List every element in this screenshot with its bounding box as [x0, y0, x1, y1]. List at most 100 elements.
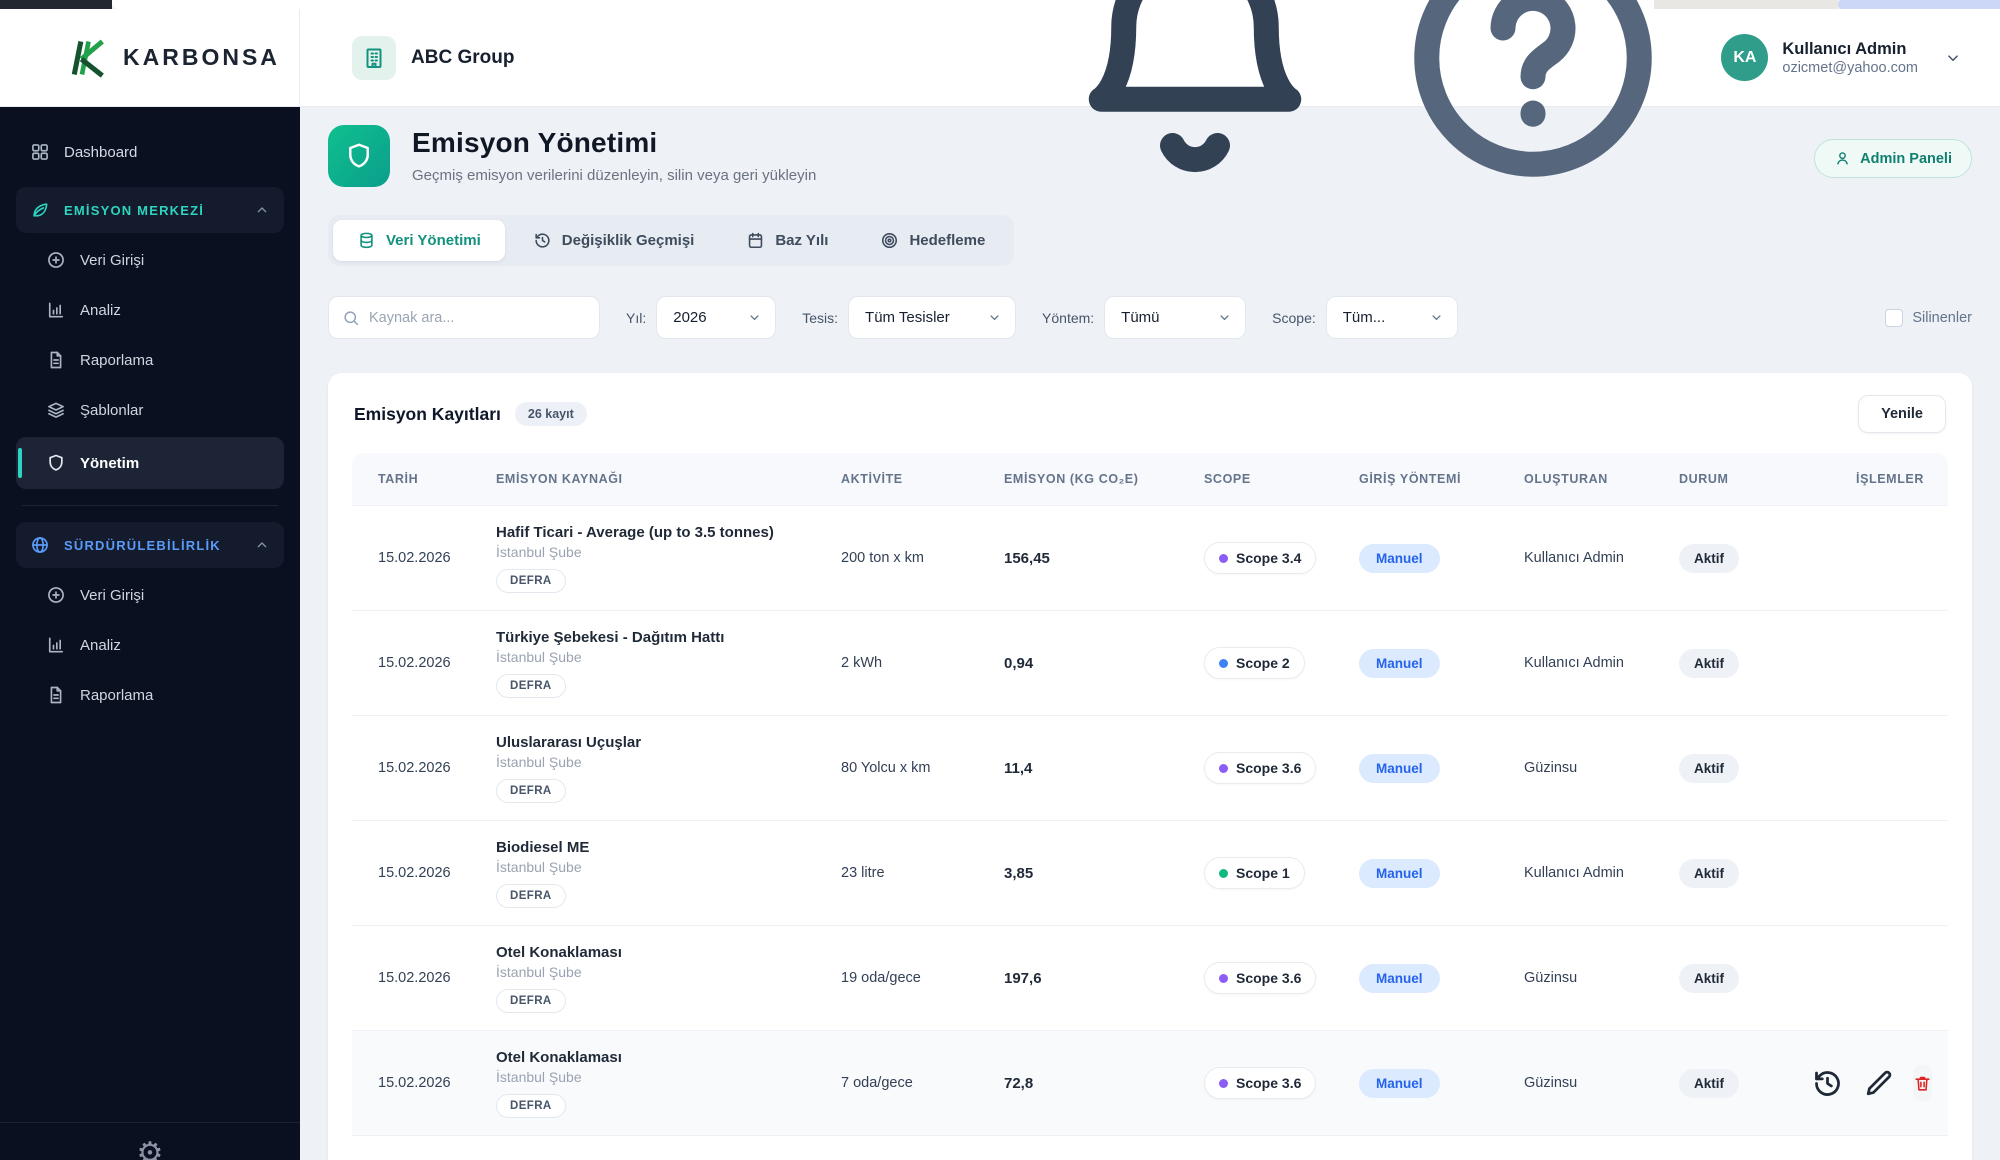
sidebar-item--ablonlar[interactable]: Şablonlar [16, 387, 284, 433]
filter-bar: Yıl: 2026 Tesis: Tüm Tesisler Yöntem: Tümü Sco… [328, 296, 1972, 339]
column-header: OLUŞTURAN [1524, 472, 1608, 486]
brand-logo[interactable]: KARBONSA [0, 9, 300, 107]
tab-veri-y-netimi[interactable]: Veri Yönetimi [333, 220, 505, 261]
sidebar-item-label: Analiz [80, 301, 121, 319]
scope-dot-icon [1219, 1078, 1228, 1088]
building-icon [352, 35, 396, 80]
row-date: 15.02.2026 [378, 1075, 451, 1091]
scope-label: Scope: [1272, 309, 1316, 326]
person-icon [1834, 150, 1851, 167]
search-icon [342, 309, 360, 327]
deleted-filter-checkbox[interactable] [1885, 308, 1904, 327]
sidebar-footer: ⚙ [0, 1122, 300, 1160]
status-badge: Aktif [1679, 1068, 1739, 1098]
chevron-down-icon [1419, 310, 1444, 325]
scope-label: Scope 2 [1236, 655, 1290, 671]
scope-badge: Scope 3.6 [1204, 962, 1317, 994]
scope-dot-icon [1219, 658, 1228, 668]
row-status: Aktif [1657, 963, 1789, 993]
row-creator: Güzinsu [1524, 970, 1578, 986]
status-badge: Aktif [1679, 963, 1739, 993]
tab-de-i-iklik-ge-mi-i[interactable]: Değişiklik Geçmişi [509, 220, 719, 261]
database-icon [357, 231, 376, 250]
edit-button[interactable] [1862, 1067, 1895, 1100]
row-actions [1789, 1065, 1948, 1101]
tab-baz-y-l-[interactable]: Baz Yılı [722, 220, 852, 261]
gear-icon[interactable]: ⚙ [137, 1139, 164, 1160]
row-activity: 23 litre [841, 865, 885, 881]
sidebar-group-sustainability[interactable]: SÜRDÜRÜLEBİLİRLİK [16, 522, 284, 568]
method-badge: Manuel [1359, 858, 1440, 888]
table-row[interactable]: 15.02.2026 Biodiesel ME İstanbul Şube DEFRA… [352, 820, 1948, 925]
bar-chart-icon [46, 300, 66, 320]
scope-badge: Scope 3.6 [1204, 1067, 1317, 1099]
sidebar-item-raporlama[interactable]: Raporlama [16, 672, 284, 718]
company-switcher[interactable]: ABC Group [352, 35, 514, 80]
column-header: SCOPE [1204, 472, 1251, 486]
table-row[interactable]: 15.02.2026 Otel Konaklaması İstanbul Şube D… [352, 925, 1948, 1030]
table-row[interactable]: 15.02.2026 Türkiye Şebekesi - Dağıtım Hat… [352, 610, 1948, 715]
tab-hedefleme[interactable]: Hedefleme [856, 220, 1009, 261]
sidebar-item-veri-giri-i[interactable]: Veri Girişi [16, 237, 284, 283]
row-scope: Scope 3.6 [1182, 962, 1337, 994]
row-creator: Kullanıcı Admin [1524, 865, 1624, 881]
sidebar-item-veri-giri-i[interactable]: Veri Girişi [16, 572, 284, 618]
scope-value: Tüm... [1342, 309, 1386, 326]
row-source: Türkiye Şebekesi - Dağıtım Hattı İstanbul… [474, 629, 819, 698]
records-title: Emisyon Kayıtları [354, 403, 501, 424]
delete-button[interactable] [1913, 1065, 1932, 1101]
row-method: Manuel [1337, 543, 1502, 573]
sidebar: KARBONSA Dashboard EMİSYON MERKEZİ Veri Gi… [0, 9, 300, 1160]
row-date: 15.02.2026 [378, 550, 451, 566]
sidebar-item-y-netim[interactable]: Yönetim [16, 437, 284, 489]
table-body: 15.02.2026 Hafif Ticari - Average (up to … [352, 505, 1948, 1135]
sidebar-item-label: Raporlama [80, 686, 154, 704]
method-select[interactable]: Tümü [1104, 296, 1247, 339]
status-badge: Aktif [1679, 543, 1739, 573]
row-date: 15.02.2026 [378, 865, 451, 881]
row-status: Aktif [1657, 1068, 1789, 1098]
sidebar-group-emission-center[interactable]: EMİSYON MERKEZİ [16, 187, 284, 233]
sidebar-item-analiz[interactable]: Analiz [16, 287, 284, 333]
row-source: Biodiesel ME İstanbul Şube DEFRA [474, 839, 819, 908]
restore-history-button[interactable] [1811, 1067, 1844, 1100]
table-row-partial [352, 1135, 1948, 1160]
sidebar-item-label: Yönetim [80, 454, 140, 472]
method-badge: Manuel [1359, 648, 1440, 678]
row-activity: 2 kWh [841, 655, 883, 671]
admin-panel-button[interactable]: Admin Paneli [1814, 139, 1972, 178]
table-header-row: TARİH EMİSYON KAYNAĞI AKTİVİTE EMİSYON (KG … [352, 453, 1948, 505]
year-value: 2026 [673, 309, 707, 326]
facility-select[interactable]: Tüm Tesisler [848, 296, 1017, 339]
browser-edge-dark [0, 0, 112, 9]
row-factor-tag: DEFRA [496, 988, 566, 1013]
search-input[interactable] [369, 309, 586, 326]
table-row[interactable]: 15.02.2026 Otel Konaklaması İstanbul Şube D… [352, 1030, 1948, 1135]
notifications-button[interactable] [1045, 0, 1345, 208]
scope-dot-icon [1219, 763, 1228, 773]
sidebar-item-raporlama[interactable]: Raporlama [16, 337, 284, 383]
karbonsa-logo-icon [66, 36, 110, 80]
scope-label: Scope 3.6 [1236, 970, 1302, 986]
scope-label: Scope 3.4 [1236, 550, 1302, 566]
year-select[interactable]: 2026 [656, 296, 777, 339]
page-subtitle: Geçmiş emisyon verilerini düzenleyin, si… [412, 167, 817, 184]
row-method: Manuel [1337, 1068, 1502, 1098]
target-icon [880, 231, 899, 250]
sidebar-item-analiz[interactable]: Analiz [16, 622, 284, 668]
refresh-button[interactable]: Yenile [1858, 395, 1946, 433]
table-row[interactable]: 15.02.2026 Uluslararası Uçuşlar İstanbul Ş… [352, 715, 1948, 820]
scope-dot-icon [1219, 868, 1228, 878]
row-date: 15.02.2026 [378, 760, 451, 776]
tab-label: Hedefleme [909, 232, 986, 249]
file-icon [46, 685, 66, 705]
sidebar-divider [22, 505, 278, 506]
sidebar-item-dashboard[interactable]: Dashboard [16, 129, 284, 175]
row-branch: İstanbul Şube [496, 543, 582, 560]
user-menu[interactable]: KA Kullanıcı Admin ozicmet@yahoo.com [1721, 34, 1962, 81]
table-row[interactable]: 15.02.2026 Hafif Ticari - Average (up to … [352, 505, 1948, 610]
row-emission: 156,45 [1004, 549, 1050, 567]
scope-label: Scope 3.6 [1236, 1075, 1302, 1091]
scope-select[interactable]: Tüm... [1325, 296, 1458, 339]
row-source-name: Biodiesel ME [496, 838, 590, 856]
